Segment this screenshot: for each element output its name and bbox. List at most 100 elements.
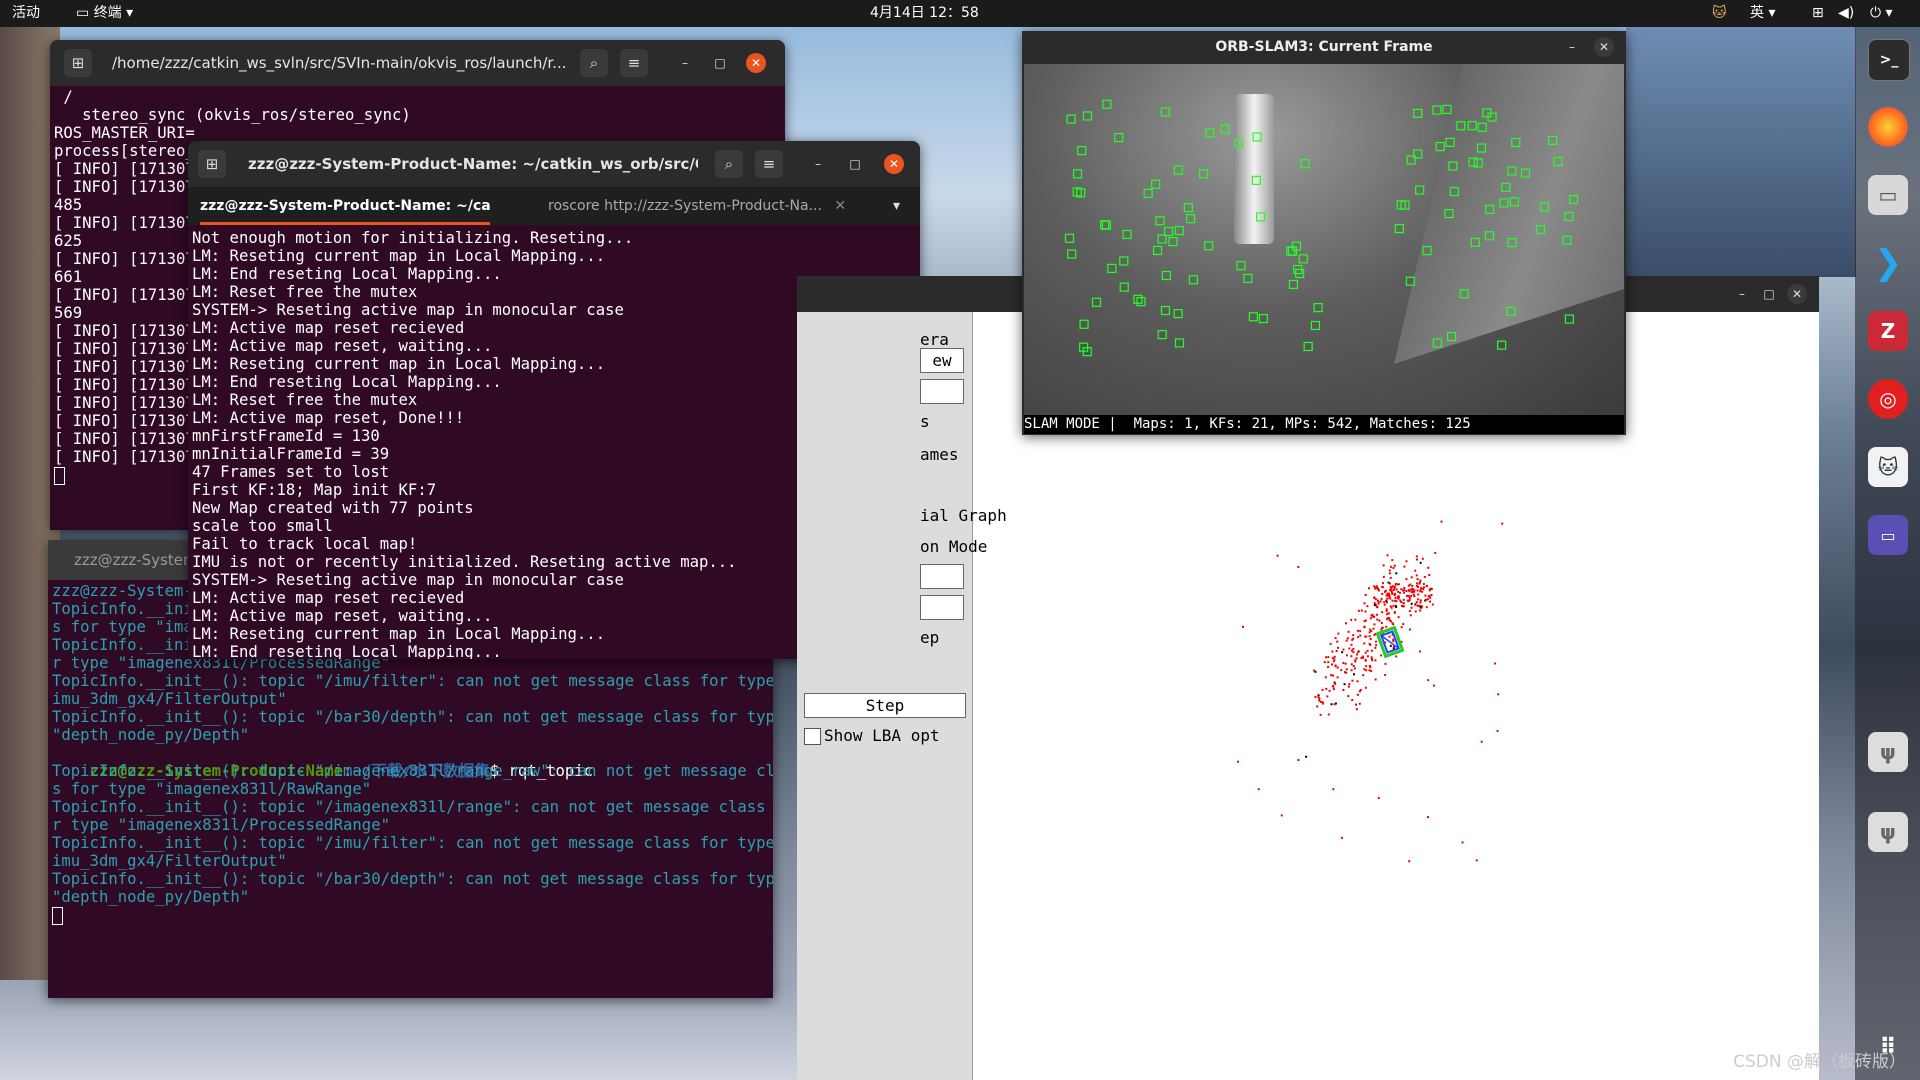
show-lba-checkbox[interactable]: Show LBA opt: [804, 726, 940, 745]
step-by-step-label[interactable]: ep: [920, 628, 939, 647]
feature-marker: [1066, 114, 1076, 124]
usb-drive-2-dock-icon[interactable]: ψ: [1868, 812, 1908, 852]
maximize-button[interactable]: □: [710, 53, 730, 73]
input-method-indicator[interactable]: 英 ▾: [1750, 0, 1775, 27]
minimize-button[interactable]: –: [1562, 37, 1582, 57]
map-point: [1368, 635, 1371, 638]
feature-marker: [1553, 156, 1563, 167]
map-point: [1427, 679, 1430, 682]
close-button[interactable]: ✕: [884, 154, 904, 174]
network-icon[interactable]: ⊞: [1812, 0, 1824, 27]
map-point: [1374, 678, 1377, 681]
feature-marker: [1485, 204, 1495, 214]
rqt-cursor[interactable]: [52, 906, 63, 925]
terminal-line: mnInitialFrameId = 39: [192, 445, 390, 463]
new-tab-icon[interactable]: ⊞: [64, 49, 92, 77]
front-view-button[interactable]: [920, 379, 964, 404]
map-point: [1377, 602, 1380, 605]
clock[interactable]: 4月14日 12：58: [870, 0, 979, 27]
top-view-button[interactable]: ew: [920, 348, 964, 373]
feature-marker: [1157, 234, 1167, 244]
map-point: [1360, 609, 1363, 612]
map-point: [1351, 679, 1354, 682]
remote-desktop-dock-icon[interactable]: ▭: [1868, 515, 1908, 555]
map-point: [1351, 699, 1354, 702]
map-point: [1418, 581, 1421, 584]
show-keyframes-label[interactable]: ames: [920, 445, 959, 464]
close-button[interactable]: ✕: [746, 53, 766, 73]
map-point: [1356, 629, 1359, 632]
map-point: [1368, 587, 1371, 590]
map-point: [1334, 682, 1337, 685]
stop-button[interactable]: [920, 595, 964, 620]
map-point: [1384, 589, 1387, 592]
map-point: [1402, 598, 1405, 601]
hamburger-menu-icon[interactable]: ≡: [755, 150, 783, 178]
map-point: [1354, 618, 1357, 621]
power-icon[interactable]: ⏻ ▾: [1870, 0, 1893, 27]
feature-marker: [1405, 276, 1415, 286]
current-frame-title[interactable]: ORB-SLAM3: Current Frame: [1022, 31, 1626, 64]
cat-app-dock-icon[interactable]: 🐱: [1868, 447, 1908, 487]
cat-tray-icon[interactable]: 🐱: [1712, 0, 1727, 27]
tab-close-icon[interactable]: ✕: [834, 198, 846, 214]
map-point: [1375, 605, 1378, 608]
firefox-dock-icon[interactable]: [1868, 107, 1908, 147]
orbslam-terminal-output: Not enough motion for initializing. Rese…: [192, 229, 737, 659]
map-point: [1422, 583, 1425, 586]
files-dock-icon[interactable]: ▭: [1868, 175, 1908, 215]
close-button[interactable]: ✕: [1787, 284, 1807, 304]
map-point: [1383, 603, 1386, 606]
maximize-button[interactable]: □: [845, 154, 865, 174]
minimize-button[interactable]: –: [808, 154, 828, 174]
terminal-line: TopicInfo.__init__(): topic "/imu/filter…: [52, 672, 773, 690]
vscode-dock-icon[interactable]: ❯: [1868, 243, 1908, 283]
map-point: [1347, 685, 1350, 688]
reset-button[interactable]: [920, 564, 964, 589]
terminal-app-menu[interactable]: ▭ 终端 ▾: [76, 0, 133, 27]
map-point: [1393, 564, 1396, 567]
activities-button[interactable]: 活动: [12, 0, 40, 27]
terminal-dock-icon[interactable]: >_: [1868, 39, 1910, 81]
feature-marker: [1072, 169, 1083, 179]
usb-drive-dock-icon[interactable]: ψ: [1868, 732, 1908, 772]
rqt-output-after: TopicInfo.__init__(): topic "/imagenex83…: [52, 762, 773, 906]
map-point: [1334, 665, 1337, 668]
minimize-button[interactable]: –: [1732, 284, 1752, 304]
feature-marker: [1102, 99, 1112, 109]
maximize-button[interactable]: □: [1759, 284, 1779, 304]
hamburger-menu-icon[interactable]: ≡: [620, 49, 648, 77]
map-point: [1332, 660, 1335, 663]
feature-marker: [1256, 212, 1266, 222]
map-point: [1356, 653, 1359, 656]
new-tab-icon[interactable]: ⊞: [198, 150, 226, 178]
map-point: [1386, 613, 1389, 616]
tab-roscore[interactable]: roscore http://zzz-System-Product-Na... …: [548, 187, 848, 225]
map-point: [1480, 740, 1483, 743]
tab-list-dropdown[interactable]: ▾: [893, 187, 913, 225]
tab-orbslam[interactable]: zzz@zzz-System-Product-Name: ~/cat... ✕: [200, 187, 490, 225]
show-points-label[interactable]: s: [920, 412, 930, 431]
zotero-dock-icon[interactable]: Z: [1868, 311, 1908, 351]
minimize-button[interactable]: –: [675, 53, 695, 73]
map-point: [1413, 595, 1416, 598]
volume-icon[interactable]: ◀): [1838, 0, 1854, 27]
netease-music-dock-icon[interactable]: ◎: [1868, 379, 1908, 419]
close-button[interactable]: ✕: [1594, 37, 1614, 57]
orbslam-titlebar[interactable]: ⊞ zzz@zzz-System-Product-Name: ~/catkin_…: [188, 141, 920, 187]
map-point: [1355, 703, 1358, 706]
terminal-line: ROS_MASTER_URI=: [54, 124, 195, 142]
step-button[interactable]: Step: [804, 693, 966, 718]
okvis-window-title: /home/zzz/catkin_ws_svln/src/SVIn-main/o…: [112, 54, 567, 72]
search-icon[interactable]: ⌕: [580, 49, 608, 77]
map-point: [1419, 601, 1422, 604]
search-icon[interactable]: ⌕: [715, 150, 743, 178]
feature-marker: [1497, 340, 1507, 350]
map-point: [1342, 689, 1345, 692]
feature-marker: [1448, 161, 1458, 171]
map-point: [1497, 693, 1500, 696]
terminal-line: LM: Active map reset recieved: [192, 589, 465, 607]
orbslam-current-frame-window[interactable]: ORB-SLAM3: Current Frame – ✕ SLAM MODE |…: [1022, 31, 1626, 435]
follow-camera-label[interactable]: era: [920, 330, 949, 349]
okvis-titlebar[interactable]: ⊞ /home/zzz/catkin_ws_svln/src/SVIn-main…: [50, 40, 785, 86]
